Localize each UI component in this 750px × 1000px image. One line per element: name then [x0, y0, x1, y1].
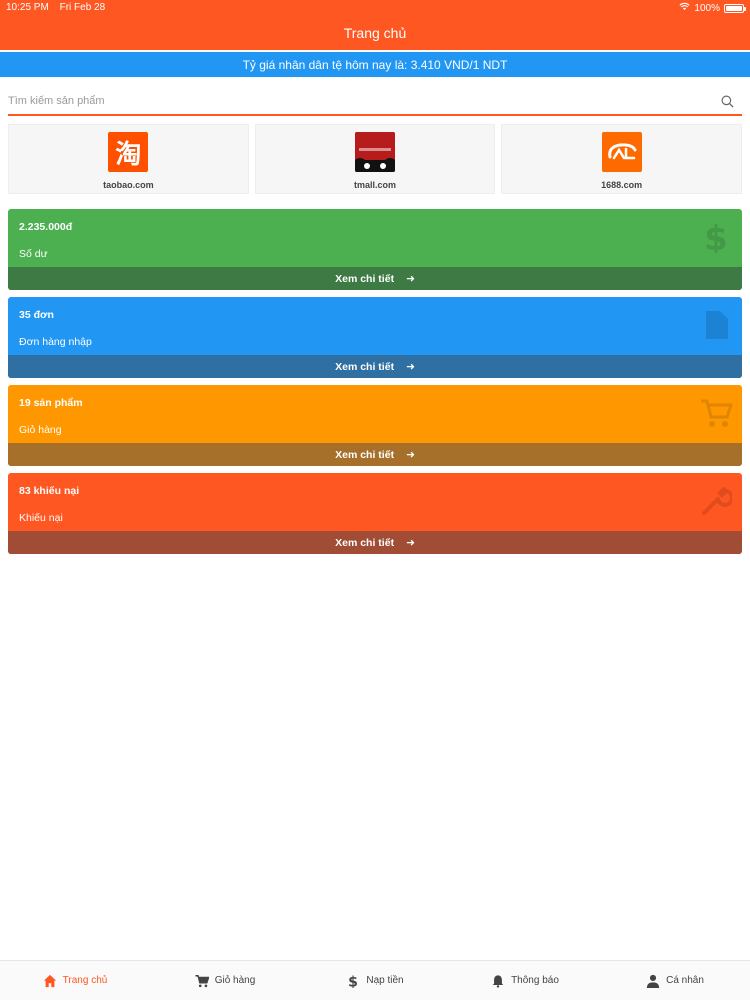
complaints-detail-button[interactable]: Xem chi tiết ➜	[8, 531, 742, 554]
status-date: Fri Feb 28	[59, 2, 106, 13]
balance-card: 2.235.000đ Số dư $ Xem chi tiết ➜	[8, 209, 742, 290]
detail-label: Xem chi tiết	[335, 536, 395, 549]
complaints-label: Khiếu nại	[19, 512, 63, 524]
tab-label: Thông báo	[511, 975, 559, 986]
complaints-card: 83 khiếu nại Khiếu nại Xem chi tiết ➜	[8, 473, 742, 554]
tab-notifications[interactable]: Thông báo	[450, 961, 600, 1000]
wrench-icon	[702, 487, 732, 515]
battery-icon	[724, 3, 746, 13]
balance-value: 2.235.000đ	[19, 221, 73, 233]
store-name: taobao.com	[103, 180, 154, 190]
exchange-rate-banner: Tỷ giá nhân dân tệ hôm nay là: 3.410 VND…	[0, 52, 750, 77]
nav-bar: Trang chủ	[0, 16, 750, 50]
store-1688[interactable]: 1688.com	[501, 124, 743, 194]
document-icon	[706, 311, 728, 339]
svg-text:$: $	[704, 221, 728, 253]
arrow-right-icon: ➜	[406, 448, 415, 461]
cart-card: 19 sản phẩm Giỏ hàng Xem chi tiết ➜	[8, 385, 742, 466]
store-taobao[interactable]: 淘 taobao.com	[8, 124, 249, 194]
arrow-right-icon: ➜	[406, 272, 415, 285]
tab-home[interactable]: Trang chủ	[0, 961, 150, 1000]
orders-value: 35 đơn	[19, 309, 54, 321]
cart-label: Giỏ hàng	[19, 424, 62, 436]
tab-cart[interactable]: Giỏ hàng	[150, 961, 300, 1000]
search-bar	[8, 88, 742, 116]
arrow-right-icon: ➜	[406, 360, 415, 373]
wifi-icon	[679, 2, 691, 14]
cart-value: 19 sản phẩm	[19, 397, 83, 409]
svg-text:$: $	[349, 974, 359, 988]
store-list: 淘 taobao.com tmall.com 1688.com	[8, 124, 743, 194]
detail-label: Xem chi tiết	[335, 360, 395, 373]
battery-percent: 100%	[694, 2, 720, 14]
dollar-icon: $	[704, 221, 728, 253]
store-tmall[interactable]: tmall.com	[254, 124, 496, 194]
complaints-value: 83 khiếu nại	[19, 485, 80, 497]
taobao-logo: 淘	[108, 132, 149, 172]
tab-label: Cá nhân	[666, 975, 704, 986]
search-input[interactable]	[8, 88, 698, 114]
tmall-cat-icon	[355, 132, 395, 172]
alibaba-icon	[607, 143, 637, 160]
tab-label: Trang chủ	[62, 975, 108, 986]
cart-icon	[195, 974, 209, 987]
tab-label: Giỏ hàng	[214, 975, 256, 986]
orders-label: Đơn hàng nhập	[19, 336, 92, 348]
home-icon	[43, 974, 56, 987]
cart-detail-button[interactable]: Xem chi tiết ➜	[8, 443, 742, 466]
1688-logo	[601, 132, 642, 172]
status-time: 10:25 PM	[6, 2, 49, 13]
arrow-right-icon: ➜	[406, 536, 415, 549]
cart-icon	[701, 399, 732, 427]
tab-profile[interactable]: Cá nhân	[600, 961, 750, 1000]
page-title: Trang chủ	[343, 25, 407, 41]
status-bar: 10:25 PM Fri Feb 28 100%	[0, 0, 750, 16]
detail-label: Xem chi tiết	[335, 448, 395, 461]
tab-topup[interactable]: $ Nạp tiền	[300, 961, 450, 1000]
exchange-rate-text: Tỷ giá nhân dân tệ hôm nay là: 3.410 VND…	[242, 57, 508, 72]
orders-detail-button[interactable]: Xem chi tiết ➜	[8, 355, 742, 378]
dollar-icon: $	[349, 974, 359, 988]
store-name: 1688.com	[601, 180, 643, 190]
bell-icon	[492, 974, 504, 988]
tab-label: Nạp tiền	[366, 975, 404, 986]
tmall-logo	[355, 132, 395, 172]
search-icon[interactable]	[721, 95, 734, 108]
orders-card: 35 đơn Đơn hàng nhập Xem chi tiết ➜	[8, 297, 742, 378]
user-icon	[646, 974, 660, 988]
store-name: tmall.com	[354, 180, 397, 190]
balance-label: Số dư	[19, 248, 48, 260]
taobao-logo-char: 淘	[115, 139, 142, 170]
detail-label: Xem chi tiết	[335, 272, 395, 285]
tab-bar: Trang chủ Giỏ hàng $ Nạp tiền Thông báo …	[0, 960, 750, 1000]
balance-detail-button[interactable]: Xem chi tiết ➜	[8, 267, 742, 290]
